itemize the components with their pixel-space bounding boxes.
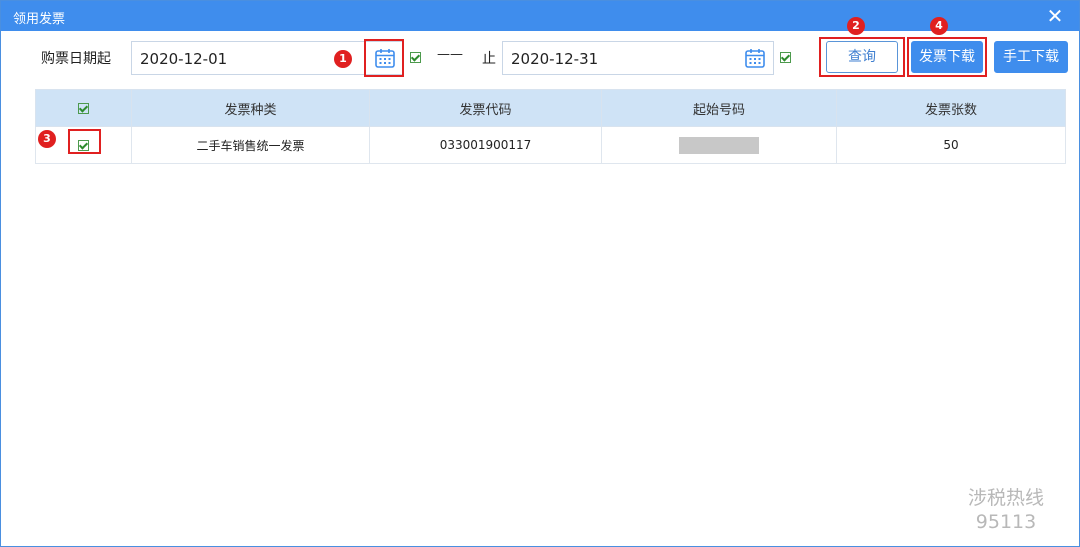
step-badge-2: 2	[847, 17, 865, 35]
column-header-code: 发票代码	[369, 89, 602, 127]
invoice-code-cell: 033001900117	[369, 126, 602, 164]
manual-download-button[interactable]: 手工下载	[994, 41, 1068, 73]
step-badge-4: 4	[930, 17, 948, 35]
invoice-table: 发票种类 发票代码 起始号码 发票张数 二手车销售统一发票 0330019001…	[35, 89, 1066, 164]
select-all-checkbox[interactable]	[78, 102, 89, 114]
highlight-box-query	[819, 37, 905, 77]
start-date-label: 购票日期起	[41, 51, 111, 67]
select-all-header[interactable]	[35, 89, 132, 127]
end-date-checkbox[interactable]	[780, 52, 791, 63]
table-header-row: 发票种类 发票代码 起始号码 发票张数	[35, 89, 1066, 127]
highlight-box-download	[907, 37, 987, 77]
invoice-claim-dialog: 领用发票 ✕ 购票日期起 1 —— 止 查询	[0, 0, 1080, 547]
start-date-checkbox[interactable]	[410, 52, 421, 63]
close-button[interactable]: ✕	[1043, 4, 1067, 28]
watermark-line2: 95113	[975, 511, 1037, 533]
watermark-line1: 涉税热线	[967, 487, 1044, 509]
start-date-input[interactable]	[138, 49, 322, 69]
table-row[interactable]: 二手车销售统一发票 033001900117 50	[35, 126, 1066, 164]
calendar-icon[interactable]	[744, 47, 766, 69]
highlight-box-row-checkbox	[68, 129, 101, 154]
invoice-type-cell: 二手车销售统一发票	[131, 126, 370, 164]
highlight-box-calendar	[364, 39, 404, 77]
column-header-count: 发票张数	[836, 89, 1066, 127]
column-header-start-number: 起始号码	[601, 89, 837, 127]
invoice-count-cell: 50	[836, 126, 1066, 164]
start-number-cell	[601, 126, 837, 164]
start-date-field[interactable]	[131, 41, 403, 75]
end-date-input[interactable]	[509, 49, 693, 69]
redacted-block	[679, 136, 759, 154]
date-range-separator: ——	[437, 47, 463, 62]
window-title: 领用发票	[13, 12, 66, 27]
title-bar: 领用发票 ✕	[1, 1, 1079, 31]
end-date-field[interactable]	[502, 41, 774, 75]
column-header-type: 发票种类	[131, 89, 370, 127]
step-badge-3: 3	[38, 130, 56, 148]
step-badge-1: 1	[334, 50, 352, 68]
end-date-label: 止	[482, 51, 496, 67]
